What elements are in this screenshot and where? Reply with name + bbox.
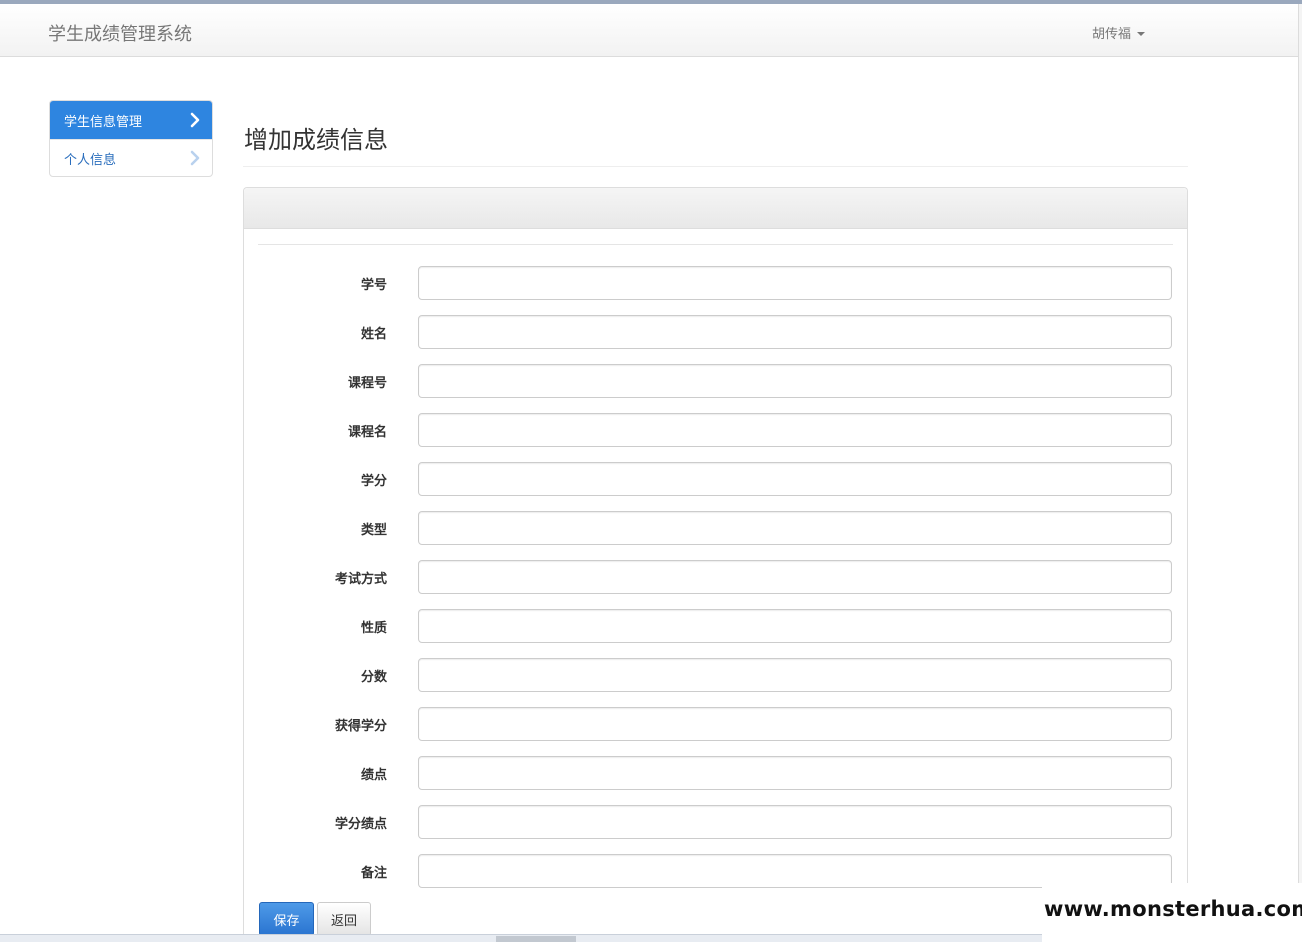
back-button[interactable]: 返回 (317, 902, 371, 936)
course-id-label: 课程号 (347, 376, 387, 391)
form-row-student-id: 学号 (244, 266, 1189, 300)
type-input[interactable] (418, 511, 1172, 545)
save-button[interactable]: 保存 (259, 902, 314, 936)
navbar: 学生成绩管理系统 胡传福 (0, 4, 1302, 57)
sidebar-item-student-info-management[interactable]: 学生信息管理 (50, 101, 212, 139)
panel-divider (258, 244, 1173, 245)
earned-credit-label: 获得学分 (334, 719, 387, 734)
form-row-name: 姓名 (244, 315, 1189, 349)
user-name: 胡传福 (1092, 27, 1132, 42)
watermark: www.monsterhua.com (1042, 883, 1302, 942)
form-row-earned-credit: 获得学分 (244, 707, 1189, 741)
form-row-type: 类型 (244, 511, 1189, 545)
student-id-input[interactable] (418, 266, 1172, 300)
form-row-score: 分数 (244, 658, 1189, 692)
nature-input[interactable] (418, 609, 1172, 643)
name-label: 姓名 (360, 327, 387, 342)
sidebar-item-label: 学生信息管理 (64, 114, 143, 130)
exam-method-input[interactable] (418, 560, 1172, 594)
score-label: 分数 (360, 670, 387, 685)
form-panel: 学号 姓名 课程号 课程名 学分 类型 考试方式 性质 分数 获得学分 绩点 学… (243, 187, 1188, 942)
grade-point-label: 绩点 (360, 768, 387, 783)
form-row-course-id: 课程号 (244, 364, 1189, 398)
remarks-label: 备注 (360, 866, 387, 881)
form-row-credit-grade-point: 学分绩点 (244, 805, 1189, 839)
form-row-credit: 学分 (244, 462, 1189, 496)
form-row-exam-method: 考试方式 (244, 560, 1189, 594)
sidebar-item-label: 个人信息 (64, 152, 117, 168)
app-brand[interactable]: 学生成绩管理系统 (48, 20, 192, 46)
panel-heading (244, 188, 1187, 229)
score-input[interactable] (418, 658, 1172, 692)
sidebar-nav: 学生信息管理 个人信息 (49, 100, 213, 177)
name-input[interactable] (418, 315, 1172, 349)
page-title: 增加成绩信息 (244, 126, 388, 154)
credit-input[interactable] (418, 462, 1172, 496)
credit-label: 学分 (360, 474, 387, 489)
credit-grade-point-label: 学分绩点 (334, 817, 387, 832)
watermark-text: www.monsterhua.com (1044, 897, 1302, 921)
form-row-course-name: 课程名 (244, 413, 1189, 447)
chevron-right-icon (190, 150, 200, 166)
student-id-label: 学号 (360, 278, 387, 293)
exam-method-label: 考试方式 (334, 572, 387, 587)
form-row-nature: 性质 (244, 609, 1189, 643)
nature-label: 性质 (360, 621, 387, 636)
credit-grade-point-input[interactable] (418, 805, 1172, 839)
course-name-input[interactable] (418, 413, 1172, 447)
earned-credit-input[interactable] (418, 707, 1172, 741)
course-id-input[interactable] (418, 364, 1172, 398)
type-label: 类型 (360, 523, 387, 538)
caret-down-icon (1137, 31, 1146, 36)
title-divider (243, 166, 1188, 167)
scrollbar-thumb[interactable] (496, 936, 576, 942)
user-menu-dropdown[interactable]: 胡传福 (1092, 23, 1146, 42)
grade-point-input[interactable] (418, 756, 1172, 790)
course-name-label: 课程名 (347, 425, 387, 440)
window-scrollbar[interactable] (1298, 4, 1302, 884)
form-row-grade-point: 绩点 (244, 756, 1189, 790)
chevron-right-icon (190, 112, 200, 128)
sidebar-item-personal-info[interactable]: 个人信息 (50, 139, 212, 176)
